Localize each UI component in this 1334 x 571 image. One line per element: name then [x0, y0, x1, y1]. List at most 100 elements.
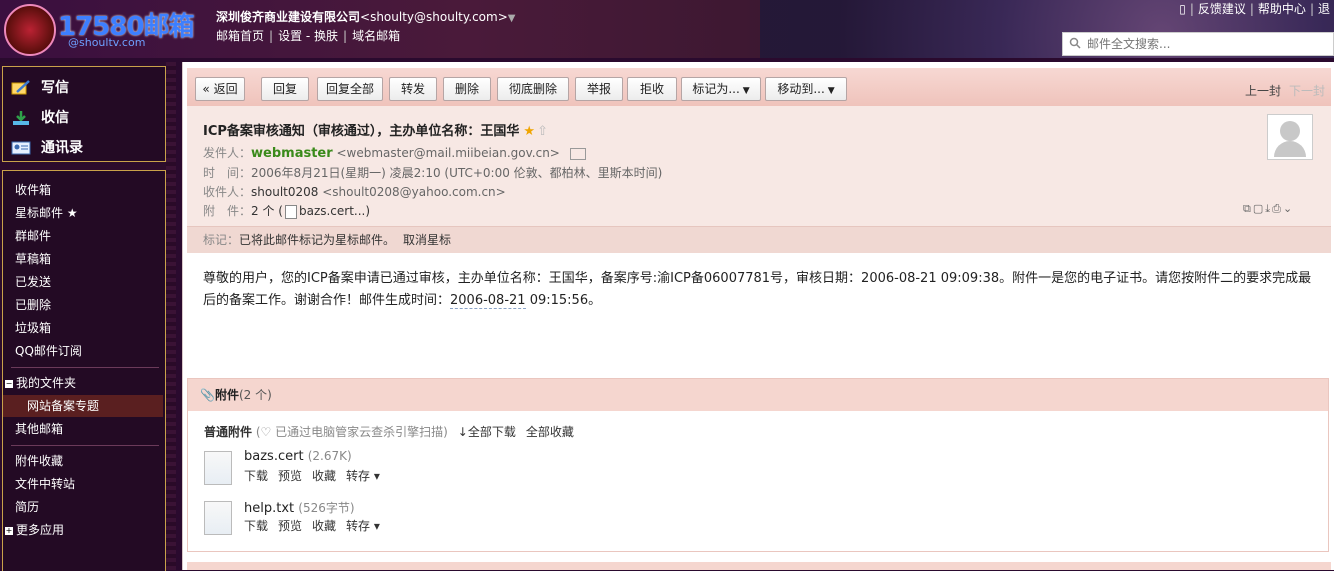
message-icon[interactable]: ▢: [1253, 202, 1265, 215]
subject-text: ICP备案审核通知（审核通过），主办单位名称：王国华: [203, 124, 520, 139]
folder-drafts[interactable]: 草稿箱: [15, 248, 51, 270]
favorite-link[interactable]: 收藏: [312, 519, 336, 533]
attachments-header: 📎附件(2 个): [188, 379, 1328, 411]
prev-mail-link[interactable]: 上一封: [1245, 84, 1281, 98]
paperclip-icon: 📎: [200, 388, 215, 402]
search-input[interactable]: [1085, 33, 1319, 55]
download-link[interactable]: 下载: [244, 469, 268, 483]
other-mailbox[interactable]: 其他邮箱: [15, 418, 63, 440]
file-size: (526字节): [298, 501, 355, 515]
delete-permanently-button[interactable]: 彻底删除: [497, 77, 569, 101]
print-icon[interactable]: ⎙: [1272, 202, 1283, 215]
header-action-icons: ⧉▢⤓⎙⌄: [1243, 202, 1294, 216]
top-links: ▯ | 反馈建议 | 帮助中心 | 退: [1179, 2, 1330, 16]
file-name[interactable]: bazs.cert: [244, 449, 304, 464]
file-name[interactable]: help.txt: [244, 501, 294, 516]
save-to-dropdown[interactable]: 转存 ▾: [346, 519, 380, 533]
account-info: 深圳俊齐商业建设有限公司<shoulty@shoulty.com>▼: [216, 8, 515, 25]
attachments-panel: 📎附件(2 个) 普通附件 (♡ 已通过电脑管家云查杀引擎扫描) ↓全部下载 全部收…: [187, 378, 1329, 552]
mark-as-label: 标记为...: [692, 82, 740, 96]
folder-inbox[interactable]: 收件箱: [15, 179, 51, 201]
nav-mail-home[interactable]: 邮箱首页: [216, 29, 264, 43]
star-icon[interactable]: ★: [523, 124, 535, 139]
nav-settings-skin[interactable]: 设置 - 换肤: [278, 29, 338, 43]
folder-spam[interactable]: 垃圾箱: [15, 317, 51, 339]
report-button[interactable]: 举报: [575, 77, 623, 101]
move-to-dropdown[interactable]: 移动到... ▼: [765, 77, 847, 101]
inbox-download-icon: [13, 111, 29, 125]
file-transfer-station[interactable]: 文件中转站: [15, 473, 75, 495]
file-size: (2.67K): [307, 449, 352, 463]
priority-icon[interactable]: ⇧: [537, 124, 548, 139]
back-button[interactable]: « 返回: [195, 77, 245, 101]
bottom-toolbar-strip: [187, 562, 1331, 570]
time-label: 时 间：: [203, 166, 252, 180]
link-feedback[interactable]: 反馈建议: [1198, 2, 1246, 16]
resume[interactable]: 简历: [15, 496, 39, 518]
from-label: 发件人：: [203, 146, 252, 160]
save-all-link[interactable]: 全部收藏: [526, 425, 574, 439]
folder-deleted[interactable]: 已删除: [15, 294, 51, 316]
download-link[interactable]: 下载: [244, 519, 268, 533]
forward-button[interactable]: 转发: [389, 77, 437, 101]
flag-status: 已将此邮件标记为星标邮件。: [239, 233, 396, 247]
next-mail-link[interactable]: 下一封: [1289, 84, 1325, 98]
contact-card-icon[interactable]: [569, 147, 586, 160]
mark-as-dropdown[interactable]: 标记为... ▼: [681, 77, 761, 101]
more-apps-label: 更多应用: [16, 523, 65, 537]
search-box[interactable]: [1062, 32, 1334, 56]
compose-button[interactable]: 写信: [11, 75, 69, 101]
new-window-icon[interactable]: ⧉: [1243, 202, 1253, 215]
expand-chevron-icon[interactable]: ⌄: [1283, 202, 1294, 215]
attachments-title: 附件: [214, 388, 239, 402]
my-folders-toggle[interactable]: − 我的文件夹: [5, 372, 76, 394]
recipient-name[interactable]: shoult0208: [251, 185, 318, 199]
delete-button[interactable]: 删除: [443, 77, 491, 101]
file-icon: [284, 204, 297, 219]
attachment-item: help.txt (526字节) 下载 预览 收藏 转存 ▾: [204, 499, 604, 539]
folder-website-filing[interactable]: 网站备案专题: [3, 395, 163, 417]
sender-row: 发件人：webmaster <webmaster@mail.miibeian.g…: [203, 144, 586, 161]
logo[interactable]: 17580邮箱 @shoultv.com: [4, 4, 204, 56]
folder-qq-subscriptions[interactable]: QQ邮件订阅: [15, 340, 82, 362]
contacts-button[interactable]: 通讯录: [11, 135, 83, 161]
nav-domain-mail[interactable]: 域名邮箱: [352, 29, 400, 43]
mail-header: ICP备案审核通知（审核通过），主办单位名称：王国华 ★ ⇧ 发件人：webmast…: [187, 106, 1331, 226]
sender-avatar[interactable]: [1267, 114, 1313, 160]
quick-actions: 写信 收信 通讯录: [2, 66, 166, 162]
account-dropdown-icon[interactable]: ▼: [508, 13, 516, 24]
link-help[interactable]: 帮助中心: [1258, 2, 1306, 16]
attachment-summary[interactable]: 2 个 (: [251, 204, 283, 218]
sender-address: <webmaster@mail.miibeian.gov.cn>: [336, 146, 560, 160]
folder-starred[interactable]: 星标邮件 ★: [15, 202, 78, 224]
favorite-link[interactable]: 收藏: [312, 469, 336, 483]
sender-name[interactable]: webmaster: [251, 146, 333, 161]
account-email: <shoulty@shoulty.com>: [360, 10, 508, 24]
recipient-address: <shoult0208@yahoo.com.cn>: [322, 185, 506, 199]
attachment-first-name[interactable]: bazs.cert...): [299, 204, 370, 218]
link-logout[interactable]: 退: [1318, 2, 1330, 16]
more-apps-toggle[interactable]: + 更多应用: [5, 519, 64, 541]
attachment-favorites[interactable]: 附件收藏: [15, 450, 63, 472]
move-to-label: 移动到...: [777, 82, 825, 96]
sidebar-resize-handle[interactable]: [166, 62, 176, 570]
to-label: 收件人：: [203, 185, 252, 199]
check-mail-button[interactable]: 收信: [11, 105, 69, 131]
chevron-down-icon: ▼: [742, 86, 750, 96]
download-all-link[interactable]: ↓全部下载: [458, 425, 516, 439]
preview-link[interactable]: 预览: [278, 469, 302, 483]
body-date-link[interactable]: 2006-08-21: [450, 293, 526, 309]
phone-icon[interactable]: ▯: [1179, 2, 1186, 16]
logo-subtext: @shoultv.com: [68, 36, 146, 49]
save-to-dropdown[interactable]: 转存 ▾: [346, 469, 380, 483]
cancel-star-link[interactable]: 取消星标: [403, 233, 451, 247]
folder-group-mail[interactable]: 群邮件: [15, 225, 51, 247]
reply-button[interactable]: 回复: [261, 77, 309, 101]
preview-link[interactable]: 预览: [278, 519, 302, 533]
attachments-count: (2 个): [238, 388, 272, 402]
folder-sent[interactable]: 已发送: [15, 271, 51, 293]
company-name: 深圳俊齐商业建设有限公司: [216, 10, 361, 24]
reply-all-button[interactable]: 回复全部: [317, 77, 383, 101]
reject-button[interactable]: 拒收: [627, 77, 677, 101]
check-mail-label: 收信: [41, 110, 69, 126]
